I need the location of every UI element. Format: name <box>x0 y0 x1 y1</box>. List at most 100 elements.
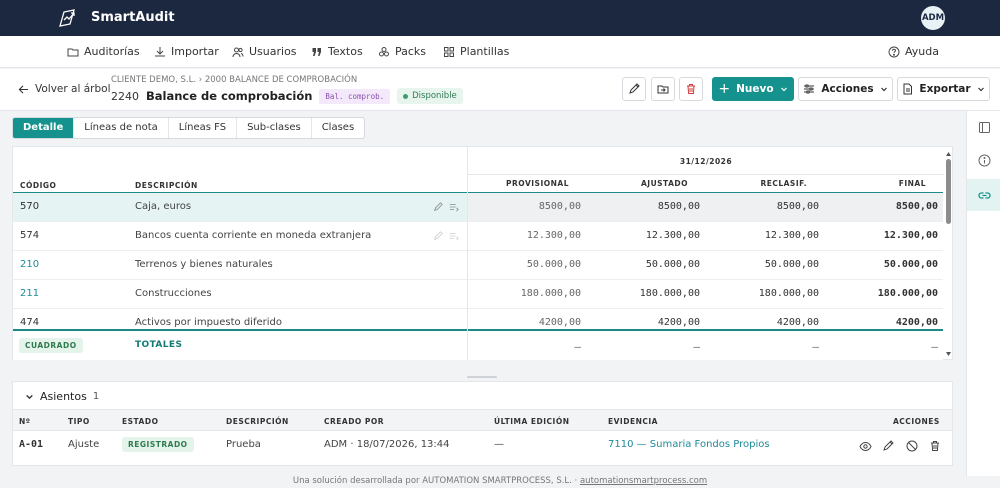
quote-icon <box>312 47 321 56</box>
move-folder-button[interactable] <box>651 77 675 101</box>
col-descripcion: DESCRIPCIÓN <box>226 417 289 426</box>
row-desc: Caja, euros <box>135 201 192 212</box>
row-final: 12.300,00 <box>883 230 938 241</box>
nav-importar[interactable]: Importar <box>154 45 219 58</box>
col-codigo[interactable]: CÓDIGO <box>20 181 56 190</box>
asiento-edicion: — <box>494 439 504 450</box>
edit-row-icon[interactable] <box>433 231 443 241</box>
row-ajustado: 12.300,00 <box>645 230 700 241</box>
status-badge: Disponible <box>397 88 463 104</box>
breadcrumb[interactable]: CLIENTE DEMO, S.L. › 2000 BALANCE DE COM… <box>111 75 357 85</box>
asientos-thead: Nº TIPO ESTADO DESCRIPCIÓN CREADO POR ÚL… <box>13 409 952 430</box>
panel-icon <box>978 121 990 133</box>
table-row[interactable]: 570 Caja, euros 8500,00 8500,00 8500,00 … <box>13 193 943 222</box>
col-final[interactable]: FINAL <box>825 179 926 188</box>
total-ajustado: – <box>693 340 700 353</box>
balanced-badge: CUADRADO <box>19 338 83 353</box>
actions-button[interactable]: Acciones <box>798 77 893 101</box>
plus-icon: + <box>718 81 731 97</box>
info-button[interactable] <box>967 145 1000 175</box>
tab-lineas-nota[interactable]: Líneas de nota <box>74 118 169 138</box>
total-reclasif: – <box>812 340 819 353</box>
table-row[interactable]: 210 Terrenos y bienes naturales 50.000,0… <box>13 251 943 280</box>
resize-handle[interactable] <box>467 376 497 378</box>
help-link[interactable]: Ayuda <box>888 45 939 58</box>
col-evidencia: EVIDENCIA <box>608 417 658 426</box>
table-row[interactable]: 574 Bancos cuenta corriente en moneda ex… <box>13 222 943 251</box>
asiento-creado: ADM · 18/07/2026, 13:44 <box>324 439 450 450</box>
export-button[interactable]: Exportar <box>897 77 990 101</box>
footer-link[interactable]: automationsmartprocess.com <box>580 476 707 486</box>
evidence-link[interactable]: 7110 — Sumaria Fondos Propios <box>608 439 770 450</box>
row-reclasif: 180.000,00 <box>758 288 819 299</box>
registered-badge: REGISTRADO <box>122 437 194 452</box>
asiento-number: A-01 <box>19 439 44 450</box>
right-rail <box>966 111 1000 476</box>
nav-label: Textos <box>328 45 363 58</box>
row-desc: Terrenos y bienes naturales <box>135 259 273 270</box>
row-final: 180.000,00 <box>877 288 938 299</box>
app-brand[interactable]: SmartAudit <box>91 10 175 25</box>
nav-label: Usuarios <box>249 45 297 58</box>
edit-icon[interactable] <box>882 440 894 452</box>
row-reclasif: 50.000,00 <box>764 259 819 270</box>
collapse-panel-button[interactable] <box>967 112 1000 142</box>
footer: Una solución desarrollada por AUTOMATION… <box>0 476 1000 488</box>
edit-row-icon[interactable] <box>433 202 443 212</box>
table-row[interactable]: A-01 Ajuste REGISTRADO Prueba ADM · 18/0… <box>13 430 952 460</box>
app-logo-icon[interactable] <box>58 8 80 28</box>
new-button[interactable]: + Nuevo <box>712 77 794 101</box>
col-provisional[interactable]: PROVISIONAL <box>468 179 569 188</box>
row-code-link[interactable]: 210 <box>20 259 39 270</box>
row-reclasif: 4200,00 <box>776 317 819 328</box>
col-ajustado[interactable]: AJUSTADO <box>587 179 688 188</box>
asientos-title: Asientos <box>40 390 87 403</box>
nav-plantillas[interactable]: Plantillas <box>443 45 509 58</box>
link-icon <box>977 191 991 199</box>
asientos-count: 1 <box>92 391 100 402</box>
trash-icon[interactable] <box>929 440 941 452</box>
nav-textos[interactable]: Textos <box>311 45 363 58</box>
nav-packs[interactable]: Packs <box>378 45 426 58</box>
col-descripcion[interactable]: DESCRIPCIÓN <box>135 181 198 190</box>
info-icon <box>978 154 990 166</box>
table-row[interactable]: 211 Construcciones 180.000,00 180.000,00… <box>13 280 943 309</box>
note-row-icon[interactable] <box>449 231 459 241</box>
help-icon <box>888 46 900 57</box>
back-to-tree-link[interactable]: Volver al árbol <box>18 83 110 95</box>
tab-clases[interactable]: Clases <box>312 118 364 138</box>
cancel-icon[interactable] <box>906 440 918 452</box>
col-reclasif[interactable]: RECLASIF. <box>706 179 807 188</box>
table-scrollbar[interactable] <box>944 147 953 360</box>
nav-label: Importar <box>171 45 219 58</box>
nav-auditorias[interactable]: Auditorías <box>67 45 140 58</box>
nav-usuarios[interactable]: Usuarios <box>232 45 297 58</box>
arrow-left-icon <box>18 84 29 94</box>
row-provisional: 180.000,00 <box>520 288 581 299</box>
status-label: Disponible <box>412 91 457 101</box>
asientos-header[interactable]: Asientos 1 <box>25 390 99 403</box>
tab-detalle[interactable]: Detalle <box>13 118 75 138</box>
main-nav: Auditorías Importar Usuarios Textos Pack… <box>0 36 1000 68</box>
folder-icon <box>67 48 79 56</box>
row-reclasif: 8500,00 <box>776 201 819 212</box>
tab-sub-clases[interactable]: Sub-clases <box>237 118 312 138</box>
user-avatar[interactable]: ADM <box>921 6 945 30</box>
links-button[interactable] <box>967 179 1000 211</box>
nav-label: Auditorías <box>84 45 140 58</box>
col-acciones: ACCIONES <box>893 417 940 426</box>
grid-icon <box>444 46 454 57</box>
account-code: 2240 <box>111 89 139 103</box>
note-row-icon[interactable] <box>449 202 459 212</box>
pencil-icon <box>629 83 640 94</box>
table-row[interactable]: 474 Activos por impuesto diferido 4200,0… <box>13 309 943 328</box>
row-code-link[interactable]: 211 <box>20 288 39 299</box>
edit-button[interactable] <box>622 77 646 101</box>
users-icon <box>232 47 244 57</box>
row-final: 50.000,00 <box>883 259 938 270</box>
asiento-tipo: Ajuste <box>68 439 100 450</box>
tab-lineas-fs[interactable]: Líneas FS <box>169 118 238 138</box>
view-icon[interactable] <box>859 441 872 452</box>
chevron-down-icon <box>977 87 984 92</box>
delete-button[interactable] <box>679 77 703 101</box>
